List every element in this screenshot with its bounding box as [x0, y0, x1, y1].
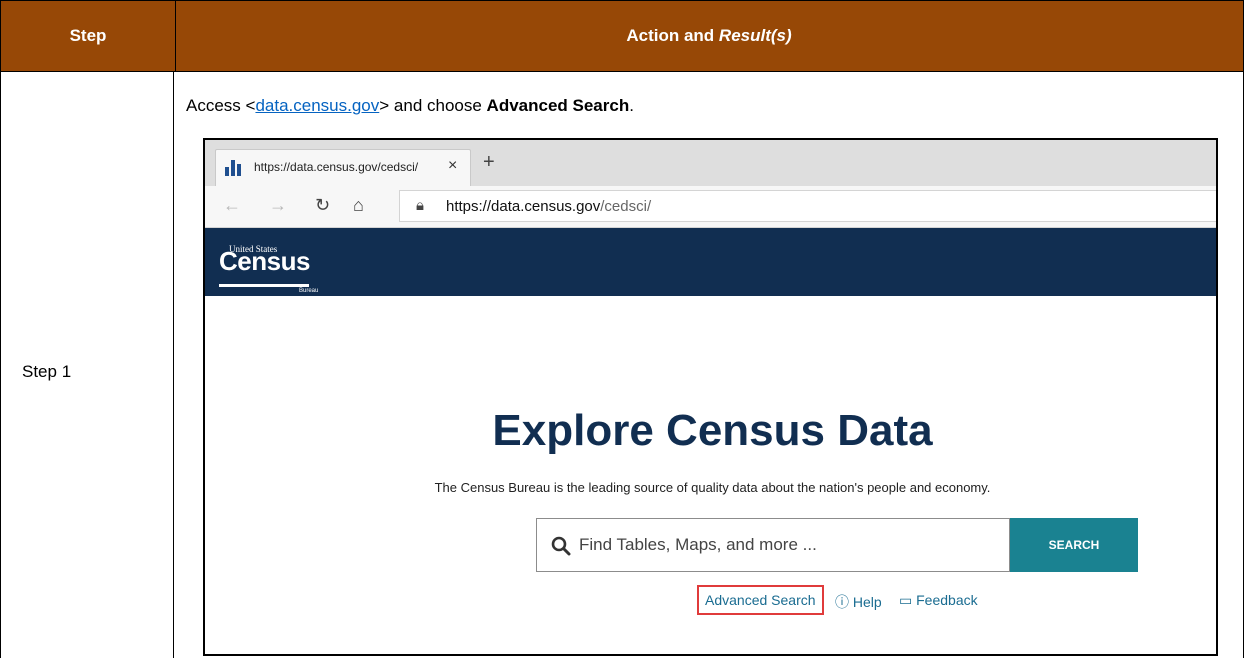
address-host: https://data.census.gov: [446, 198, 601, 215]
procedure-table: Step Action and Result(s) Step 1 Access …: [0, 0, 1244, 658]
column-divider: [173, 72, 174, 658]
feedback-link[interactable]: ▭ Feedback: [899, 592, 978, 609]
search-button[interactable]: SEARCH: [1010, 518, 1138, 572]
table-header-row: Step Action and Result(s): [0, 0, 1244, 72]
search-links: Advanced Search ⓘ Help ▭ Feedback: [205, 585, 1216, 615]
header-action-italic: Result(s): [718, 26, 792, 45]
help-label: Help: [852, 594, 882, 610]
feedback-icon: ▭: [899, 592, 913, 608]
new-tab-icon[interactable]: +: [483, 151, 495, 174]
search-icon: [551, 536, 571, 556]
help-icon: ⓘ: [835, 594, 849, 610]
reload-icon[interactable]: ↻: [315, 195, 330, 216]
census-link[interactable]: data.census.gov: [255, 96, 379, 115]
tab-bar: https://data.census.gov/cedsci/ × +: [205, 140, 1216, 186]
feedback-label: Feedback: [916, 592, 978, 608]
back-arrow-icon[interactable]: ←: [223, 195, 241, 216]
header-action-text: Action and: [626, 26, 715, 45]
help-link[interactable]: ⓘ Help: [835, 592, 882, 612]
header-step: Step: [1, 1, 176, 71]
search-input[interactable]: Find Tables, Maps, and more ...: [536, 518, 1010, 572]
hero-subtitle: The Census Bureau is the leading source …: [434, 480, 991, 495]
instruction-suffix: .: [629, 96, 634, 115]
search-bar: Find Tables, Maps, and more ... SEARCH: [536, 518, 1138, 572]
logo-underline: [219, 284, 309, 287]
logo-census: Census: [219, 246, 310, 276]
tab-title: https://data.census.gov/cedsci/: [254, 160, 419, 174]
logo-bureau: Bureau: [299, 288, 319, 294]
address-bar[interactable]: 🔒︎ https://data.census.gov/cedsci/: [399, 190, 1216, 222]
instruction-middle: > and choose: [379, 96, 487, 115]
header-action: Action and Result(s): [175, 1, 1243, 71]
advanced-search-link[interactable]: Advanced Search: [697, 585, 824, 615]
browser-tab[interactable]: https://data.census.gov/cedsci/ ×: [215, 149, 471, 186]
forward-arrow-icon[interactable]: →: [269, 195, 287, 216]
browser-navbar: ← → ↻ ⌂ 🔒︎ https://data.census.gov/cedsc…: [205, 186, 1216, 228]
search-placeholder: Find Tables, Maps, and more ...: [579, 535, 817, 554]
instruction-text: Access <data.census.gov> and choose Adva…: [186, 96, 634, 116]
hero-title: Explore Census Data: [492, 406, 933, 455]
address-text: https://data.census.gov/cedsci/: [446, 198, 651, 215]
census-favicon-icon: [225, 160, 245, 176]
instruction-prefix: Access <: [186, 96, 256, 115]
site-header: United States Census Bureau: [205, 228, 1216, 296]
close-icon[interactable]: ×: [448, 157, 457, 175]
lock-icon: 🔒︎: [416, 197, 424, 214]
address-path: /cedsci/: [600, 198, 652, 215]
home-icon[interactable]: ⌂: [353, 195, 364, 216]
browser-screenshot: https://data.census.gov/cedsci/ × + ← → …: [203, 138, 1218, 656]
step-label: Step 1: [22, 362, 72, 381]
instruction-bold: Advanced Search: [486, 96, 630, 115]
